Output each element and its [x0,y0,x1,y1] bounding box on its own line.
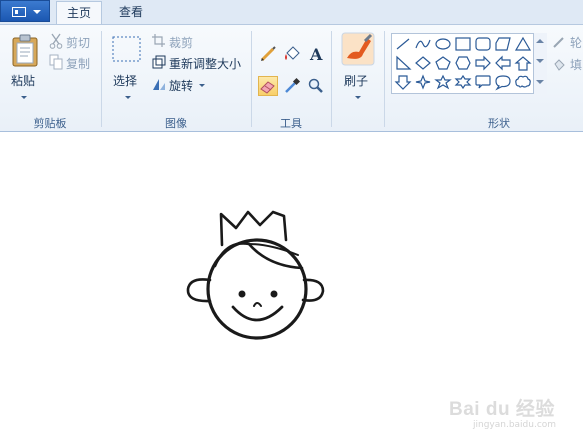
magnifier-tool[interactable] [306,76,326,96]
rotate-label: 旋转 [169,79,194,93]
copy-button[interactable]: 复制 [47,54,97,72]
chevron-down-icon [355,96,361,99]
shape-fill-label: 填 [570,58,583,72]
tab-view[interactable]: 查看 [108,1,154,24]
copy-icon [49,54,63,70]
pencil-icon [260,46,276,62]
outline-pencil-icon [553,37,564,48]
scroll-down-icon[interactable] [536,59,544,63]
watermark-url: jingyan.baidu.com [473,420,557,430]
crop-button[interactable]: 裁剪 [152,33,212,51]
copy-label: 复制 [66,57,91,71]
text-icon: A [309,45,323,64]
group-label-clipboard: 剪贴板 [33,117,67,130]
shape-curve-icon[interactable] [415,39,431,49]
shape-pentagon-icon[interactable] [435,56,451,70]
clipboard-icon [12,34,38,67]
chevron-down-icon [125,96,131,99]
scissors-icon [49,33,63,49]
chevron-down-icon [33,10,41,14]
select-button[interactable]: 选择 [107,30,147,106]
shape-callout-oval-icon[interactable] [495,75,511,91]
group-label-image: 图像 [165,117,187,130]
svg-text:A: A [309,45,323,63]
cut-button[interactable]: 剪切 [47,33,97,51]
brush-icon [341,32,375,66]
shape-star-5-icon[interactable] [434,74,452,90]
fill-tool[interactable] [282,44,302,64]
brushes-button[interactable]: 刷子 [336,30,380,106]
group-divider [331,31,332,127]
resize-label: 重新调整大小 [169,57,242,71]
paste-label: 粘贴 [11,74,36,88]
shapes-gallery-scroll[interactable] [533,33,547,94]
paste-button[interactable]: 粘贴 [5,30,43,106]
resize-button[interactable]: 重新调整大小 [152,54,274,72]
shape-hexagon-icon[interactable] [455,56,471,70]
shape-diamond-icon[interactable] [415,56,431,70]
fill-icon [285,46,300,60]
shape-callout-rounded-icon[interactable] [475,75,491,89]
rotate-icon [153,79,165,90]
group-label-shapes: 形状 [488,117,510,130]
chevron-down-icon [21,96,27,99]
eraser-icon [260,81,275,94]
shape-callout-cloud-icon[interactable] [515,75,531,88]
text-tool[interactable]: A [306,44,326,64]
resize-icon [152,55,166,69]
shape-arrow-down-icon[interactable] [394,75,412,90]
color-picker-tool[interactable] [282,76,302,96]
group-divider [251,31,252,127]
cut-label: 剪切 [66,36,91,50]
color-picker-icon [285,77,301,93]
eraser-tool[interactable] [258,76,278,96]
shape-oval-icon[interactable] [435,38,451,50]
shape-rectangle-icon[interactable] [455,37,471,51]
watermark-logo-text: Bai du 经验 [449,399,555,420]
shapes-gallery-grid [394,36,532,91]
group-divider [101,31,102,127]
ribbon: 粘贴 剪切 复制 剪贴板 选择 裁剪 重新调整大小 旋转 图像 A 工具 刷子 … [0,24,583,132]
shape-outline-button[interactable]: 轮 [552,34,583,52]
shape-fill-button[interactable]: 填 [552,56,583,74]
group-label-tools: 工具 [280,117,302,130]
shape-outline-label: 轮 [570,36,583,50]
shape-triangle-icon[interactable] [514,36,532,51]
pencil-tool[interactable] [258,44,278,64]
scroll-up-icon[interactable] [536,39,544,43]
crop-label: 裁剪 [169,36,194,50]
ribbon-tab-strip: 主页 查看 [0,0,583,24]
shape-line-icon[interactable] [396,38,410,50]
shape-arrow-up-icon[interactable] [514,56,532,71]
shape-right-triangle-icon[interactable] [396,55,412,70]
shape-rounded-rectangle-icon[interactable] [475,37,491,51]
shape-polygon-icon[interactable] [495,37,511,51]
shapes-gallery[interactable] [391,33,547,94]
drawing-canvas[interactable]: Bai du 经验 jingyan.baidu.com [0,132,583,447]
app-menu-button[interactable] [0,0,50,22]
magnifier-icon [308,78,323,93]
shape-star-6-icon[interactable] [454,74,472,90]
shape-arrow-left-icon[interactable] [495,55,511,71]
shape-arrow-right-icon[interactable] [475,55,491,71]
rotate-button[interactable]: 旋转 [152,76,212,94]
paint-menu-icon [12,7,26,17]
tab-home[interactable]: 主页 [56,1,102,24]
expand-gallery-icon[interactable] [536,80,544,84]
fill-bucket-icon [554,59,565,71]
select-label: 选择 [113,74,138,88]
brushes-label: 刷子 [344,74,369,88]
shape-star-4-icon[interactable] [415,74,431,90]
chevron-down-icon [199,84,205,87]
selection-icon [112,36,141,62]
group-divider [384,31,385,127]
crop-icon [152,34,165,47]
